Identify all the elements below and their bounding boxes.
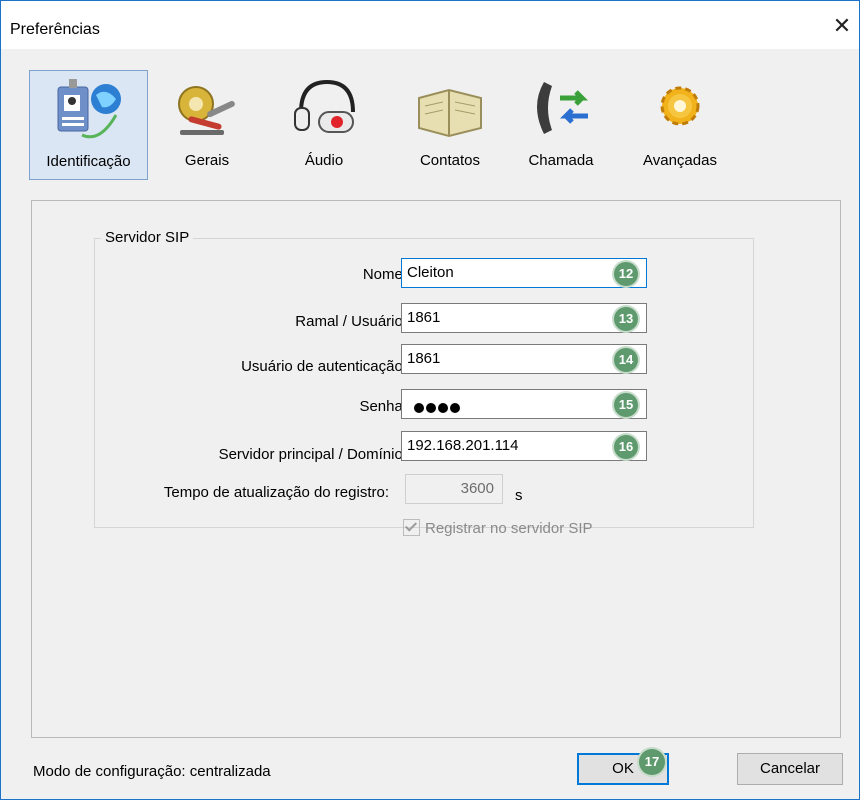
tab-identificacao[interactable]: Identificação	[29, 70, 148, 180]
step-badge: 16	[614, 435, 638, 459]
update-time-unit: s	[515, 487, 523, 504]
update-time-field: 3600	[405, 474, 503, 504]
tab-label: Contatos	[419, 152, 481, 169]
window-title: Preferências	[10, 21, 100, 38]
ok-label: OK	[612, 760, 634, 777]
id-badge-globe-icon	[57, 79, 121, 139]
step-badge: 14	[614, 348, 638, 372]
server-field[interactable]: 192.168.201.114 16	[401, 431, 647, 461]
tab-avancadas[interactable]: Avançadas	[625, 70, 735, 180]
preferences-window: Preferências ✕ Identificação Gerais Áudi…	[0, 0, 860, 800]
group-title: Servidor SIP	[101, 229, 194, 246]
tab-contatos[interactable]: Contatos	[395, 70, 505, 180]
gears-icon	[660, 86, 700, 126]
tab-label: Identificação	[46, 153, 131, 170]
cancel-button[interactable]: Cancelar	[737, 753, 843, 785]
update-time-label: Tempo de atualização do registro:	[163, 484, 389, 501]
checkbox-check-icon	[403, 519, 420, 536]
name-field[interactable]: Cleiton 12	[401, 258, 647, 288]
tab-label: Áudio	[304, 152, 344, 169]
title-bar: Preferências ✕	[1, 1, 859, 49]
category-toolbar: Identificação Gerais Áudio Contatos Cham…	[29, 70, 839, 182]
tab-label: Chamada	[528, 152, 594, 169]
tab-audio[interactable]: Áudio	[269, 70, 379, 180]
auth-label: Usuário de autenticação:	[241, 358, 407, 375]
ramal-field[interactable]: 1861 13	[401, 303, 647, 333]
headset-icon	[294, 79, 355, 133]
auth-field[interactable]: 1861 14	[401, 344, 647, 374]
ramal-value: 1861	[407, 309, 441, 326]
tab-gerais[interactable]: Gerais	[157, 70, 257, 180]
password-field[interactable]: 15	[401, 389, 647, 419]
server-value: 192.168.201.114	[407, 437, 519, 454]
tab-label: Gerais	[184, 152, 230, 169]
step-badge: 17	[639, 749, 665, 775]
close-icon[interactable]: ✕	[831, 15, 853, 37]
cancel-label: Cancelar	[759, 760, 821, 777]
step-badge: 15	[614, 393, 638, 417]
auth-value: 1861	[407, 350, 441, 367]
name-value: Cleiton	[407, 264, 454, 281]
config-mode-text: Modo de configuração: centralizada	[33, 763, 271, 780]
password-mask	[414, 400, 462, 417]
phone-transfer-icon	[537, 82, 589, 134]
register-label: Registrar no servidor SIP	[425, 520, 593, 537]
tab-chamada[interactable]: Chamada	[511, 70, 611, 180]
password-label: Senha:	[359, 398, 407, 415]
step-badge: 13	[614, 307, 638, 331]
register-checkbox: Registrar no servidor SIP	[403, 519, 593, 537]
ramal-label: Ramal / Usuário:	[295, 313, 407, 330]
address-book-icon	[418, 88, 482, 138]
tools-gear-icon	[178, 86, 235, 135]
step-badge: 12	[614, 262, 638, 286]
update-time-value: 3600	[460, 480, 494, 497]
tab-label: Avançadas	[643, 152, 717, 169]
server-label: Servidor principal / Domínio:	[218, 446, 407, 463]
